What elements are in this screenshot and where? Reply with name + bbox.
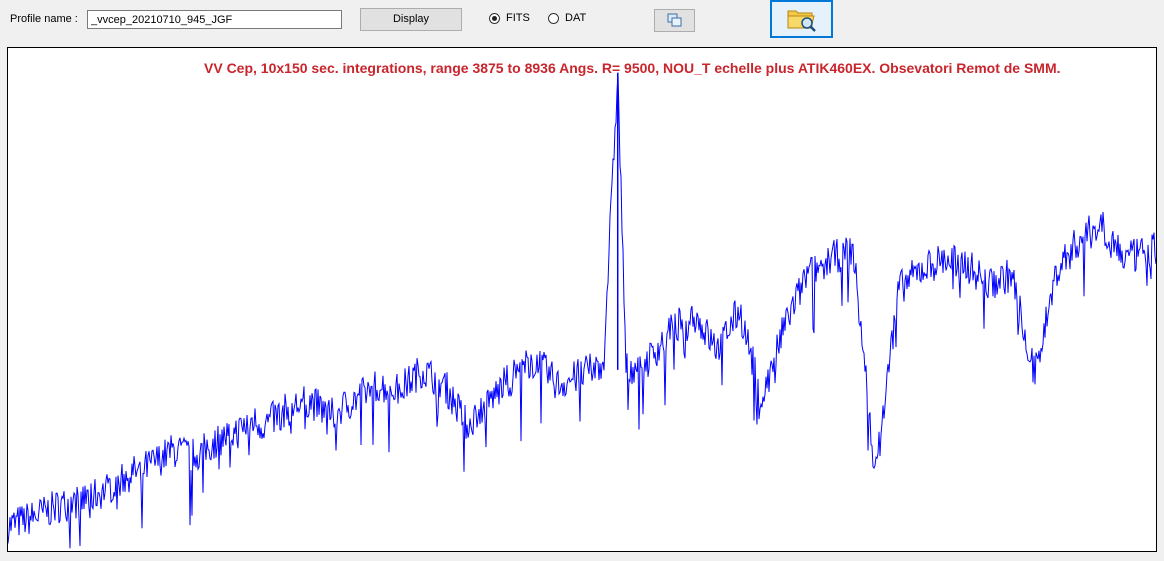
browse-folder-button[interactable]	[770, 0, 833, 38]
radio-dat-dot[interactable]	[548, 12, 559, 24]
radio-dat-label: DAT	[565, 12, 587, 24]
format-radio-fits[interactable]: FITS	[489, 12, 530, 24]
vertical-scrollbar[interactable]	[1158, 44, 1164, 561]
toolbar: Profile name : Display FITS DAT	[0, 0, 1164, 44]
display-button[interactable]: Display	[360, 8, 462, 31]
copy-window-icon	[667, 13, 682, 27]
spectrum-series-line	[8, 72, 1156, 549]
folder-search-icon	[787, 10, 816, 32]
format-radio-dat[interactable]: DAT	[548, 12, 586, 24]
profile-name-label: Profile name :	[10, 13, 78, 25]
copy-button[interactable]	[654, 9, 695, 32]
spectrum-chart	[8, 72, 1156, 549]
profile-name-input[interactable]	[87, 10, 342, 29]
radio-fits-label: FITS	[506, 12, 530, 24]
radio-fits-dot[interactable]	[489, 12, 500, 24]
spectrum-plot: VV Cep, 10x150 sec. integrations, range …	[7, 47, 1157, 552]
chart-title: VV Cep, 10x150 sec. integrations, range …	[204, 60, 1061, 76]
